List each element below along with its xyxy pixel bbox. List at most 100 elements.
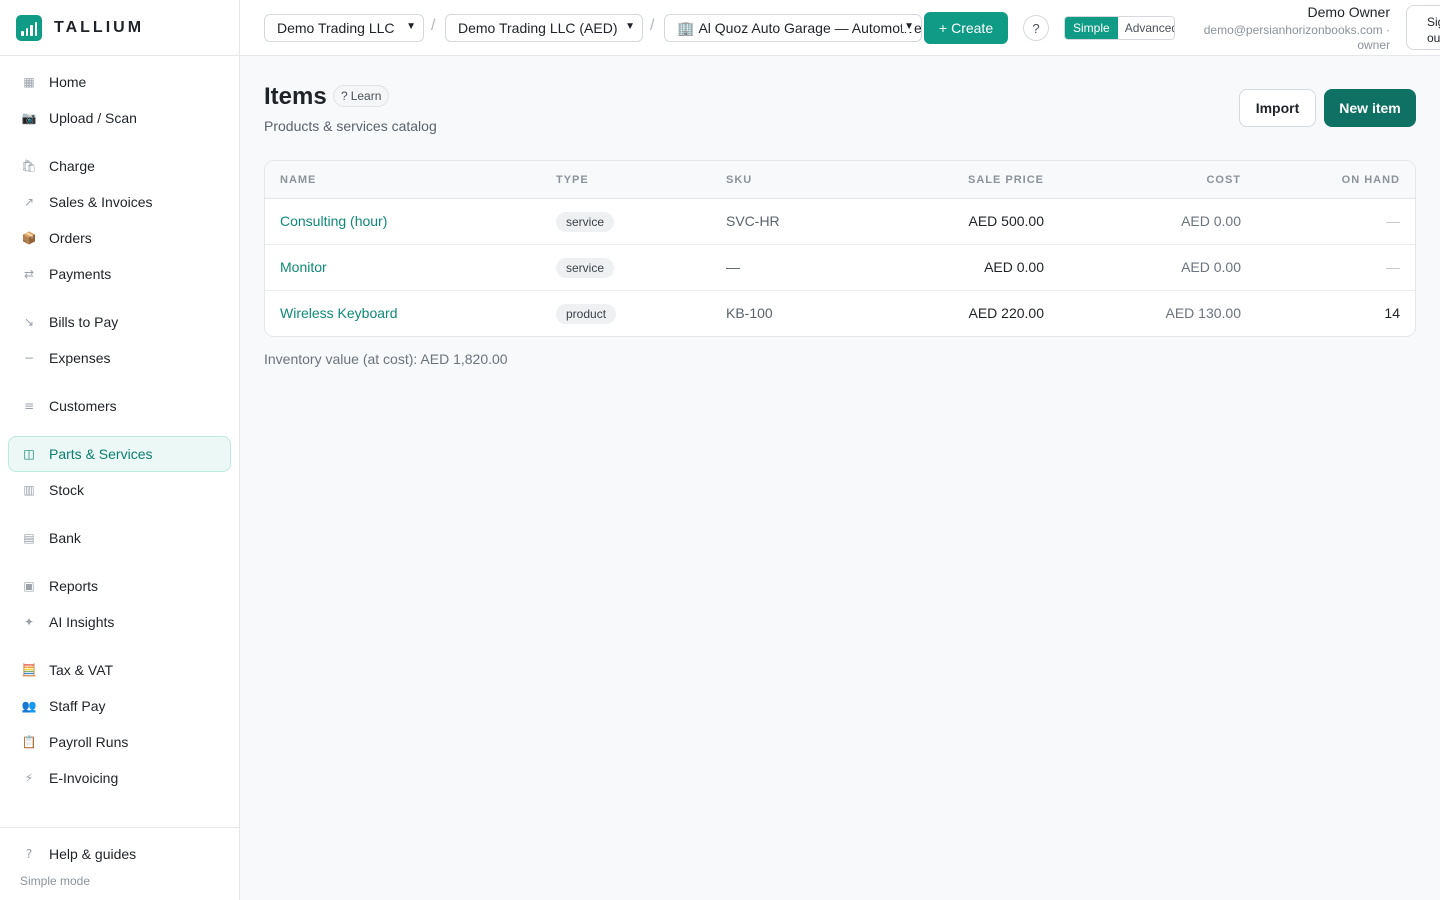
columns-icon: ◫ — [23, 447, 35, 461]
new-item-button[interactable]: New item — [1324, 89, 1416, 127]
table-row[interactable]: Wireless Keyboard product KB-100 AED 220… — [265, 291, 1415, 336]
column-header-on-hand[interactable]: ON HAND — [1342, 174, 1400, 186]
table-row[interactable]: Monitor service — AED 0.00 AED 0.00 — — [265, 245, 1415, 291]
item-sku: KB-100 — [726, 305, 773, 321]
help-button[interactable]: ? — [1023, 15, 1049, 41]
item-name-link[interactable]: Wireless Keyboard — [280, 305, 398, 321]
sidebar-item-upload-scan[interactable]: 📷 Upload / Scan — [8, 100, 231, 136]
transfer-icon: ⇄ — [23, 267, 35, 281]
sidebar-item-ai-insights[interactable]: ✦ AI Insights — [8, 604, 231, 640]
chevron-down-icon: ▼ — [902, 21, 914, 32]
create-button[interactable]: + Create — [924, 12, 1008, 44]
import-button[interactable]: Import — [1239, 89, 1316, 127]
plus-icon: + — [938, 20, 948, 36]
abacus-icon: 🧮 — [21, 663, 37, 677]
minus-icon: − — [23, 351, 35, 365]
learn-label: Learn — [350, 89, 382, 103]
question-icon: ? — [341, 89, 348, 103]
item-cost: AED 0.00 — [1181, 213, 1241, 229]
sidebar-item-payments[interactable]: ⇄ Payments — [8, 256, 231, 292]
sidebar-item-charge[interactable]: 🛍 Charge — [8, 148, 231, 184]
book-select[interactable]: Demo Trading LLC (AED) ▼ — [445, 14, 643, 42]
item-sku: — — [726, 259, 740, 275]
item-sku: SVC-HR — [726, 213, 780, 229]
item-on-hand: — — [1386, 213, 1400, 229]
user-role: owner — [1357, 38, 1390, 52]
mode-toggle: Simple Advanced — [1064, 16, 1175, 40]
sidebar-item-label: Payments — [49, 266, 112, 282]
user-name: Demo Owner — [1307, 4, 1390, 20]
mode-simple-option[interactable]: Simple — [1065, 17, 1118, 39]
sidebar-item-customers[interactable]: ≡ Customers — [8, 388, 231, 424]
sidebar-item-reports[interactable]: ▣ Reports — [8, 568, 231, 604]
sidebar-item-expenses[interactable]: − Expenses — [8, 340, 231, 376]
grid-icon: ▦ — [23, 75, 35, 89]
item-on-hand: 14 — [1384, 305, 1400, 321]
sign-out-button[interactable]: Sign out — [1406, 5, 1440, 50]
sidebar: TALLIUM ▦ Home 📷 Upload / Scan 🛍 Charge ↗ Sa… — [0, 0, 240, 900]
column-header-name[interactable]: NAME — [280, 174, 316, 186]
sidebar-item-label: Expenses — [49, 350, 111, 366]
column-header-sale-price[interactable]: SALE PRICE — [968, 174, 1044, 186]
mode-advanced-option[interactable]: Advanced — [1118, 17, 1174, 39]
lightning-icon: ⚡ — [24, 771, 34, 785]
item-sale-price: AED 500.00 — [968, 213, 1045, 229]
question-icon: ? — [25, 847, 33, 861]
sidebar-item-sales-invoices[interactable]: ↗ Sales & Invoices — [8, 184, 231, 220]
brand-name: TALLIUM — [54, 18, 145, 36]
sidebar-item-tax-vat[interactable]: 🧮 Tax & VAT — [8, 652, 231, 688]
mode-indicator: Simple mode — [20, 874, 91, 888]
shopping-bag-icon: 🛍 — [21, 159, 37, 173]
sidebar-item-label: Payroll Runs — [49, 734, 129, 750]
item-cost: AED 130.00 — [1165, 305, 1242, 321]
page-subtitle: Products & services catalog — [264, 118, 437, 134]
item-cost: AED 0.00 — [1181, 259, 1241, 275]
sidebar-item-label: Orders — [49, 230, 92, 246]
breadcrumb-separator: / — [431, 17, 436, 34]
sidebar-item-orders[interactable]: 📦 Orders — [8, 220, 231, 256]
sidebar-item-payroll-runs[interactable]: 📋 Payroll Runs — [8, 724, 231, 760]
breadcrumb-separator: / — [650, 17, 655, 34]
sidebar-item-home[interactable]: ▦ Home — [8, 64, 231, 100]
sparkle-icon: ✦ — [23, 615, 35, 629]
sidebar-item-label: Charge — [49, 158, 95, 174]
table-row[interactable]: Consulting (hour) service SVC-HR AED 500… — [265, 199, 1415, 245]
sidebar-item-parts-services[interactable]: ◫ Parts & Services — [8, 436, 231, 472]
sidebar-item-label: Tax & VAT — [49, 662, 114, 678]
sidebar-item-label: Bank — [49, 530, 81, 546]
sidebar-item-label: Parts & Services — [49, 446, 153, 462]
column-header-sku[interactable]: SKU — [726, 174, 752, 186]
item-name-link[interactable]: Consulting (hour) — [280, 213, 387, 229]
column-header-type[interactable]: TYPE — [556, 174, 589, 186]
sidebar-item-stock[interactable]: ▥ Stock — [8, 472, 231, 508]
user-info: Demo Owner demo@persianhorizonbooks.com … — [1204, 4, 1390, 52]
chevron-down-icon: ▼ — [406, 21, 416, 32]
building-icon: 🏢 — [677, 19, 695, 36]
type-badge: product — [556, 304, 617, 324]
workspace-select[interactable]: 🏢 Al Quoz Auto Garage — Automotive ▼ — [664, 14, 922, 42]
sidebar-item-bills-to-pay[interactable]: ↘ Bills to Pay — [8, 304, 231, 340]
learn-button[interactable]: ? Learn — [333, 85, 390, 107]
bars-icon: ▥ — [23, 483, 35, 497]
sidebar-item-staff-pay[interactable]: 👥 Staff Pay — [8, 688, 231, 724]
help-guides-label: Help & guides — [49, 846, 137, 862]
tallium-logo-icon — [16, 14, 42, 41]
item-name-link[interactable]: Monitor — [280, 259, 327, 275]
item-sale-price: AED 220.00 — [968, 305, 1045, 321]
sidebar-item-e-invoicing[interactable]: ⚡ E-Invoicing — [8, 760, 231, 796]
sidebar-item-bank[interactable]: ▤ Bank — [8, 520, 231, 556]
column-header-cost[interactable]: COST — [1206, 174, 1241, 186]
type-badge: service — [556, 258, 615, 278]
sidebar-item-label: AI Insights — [49, 614, 115, 630]
sidebar-item-label: Stock — [49, 482, 85, 498]
table-header: NAME TYPE SKU SALE PRICE COST ON HAND — [265, 161, 1415, 199]
sidebar-item-label: Reports — [49, 578, 99, 594]
company-select[interactable]: Demo Trading LLC ▼ — [264, 14, 424, 42]
help-guides-link[interactable]: ? Help & guides — [8, 836, 231, 872]
sidebar-item-label: E-Invoicing — [49, 770, 119, 786]
brand[interactable]: TALLIUM — [0, 0, 239, 56]
inventory-value-note: Inventory value (at cost): AED 1,820.00 — [264, 351, 508, 367]
items-table: NAME TYPE SKU SALE PRICE COST ON HAND Co… — [264, 160, 1416, 337]
topbar: Demo Trading LLC ▼ / Demo Trading LLC (A… — [240, 0, 1440, 56]
arrow-up-right-icon: ↗ — [23, 195, 35, 209]
